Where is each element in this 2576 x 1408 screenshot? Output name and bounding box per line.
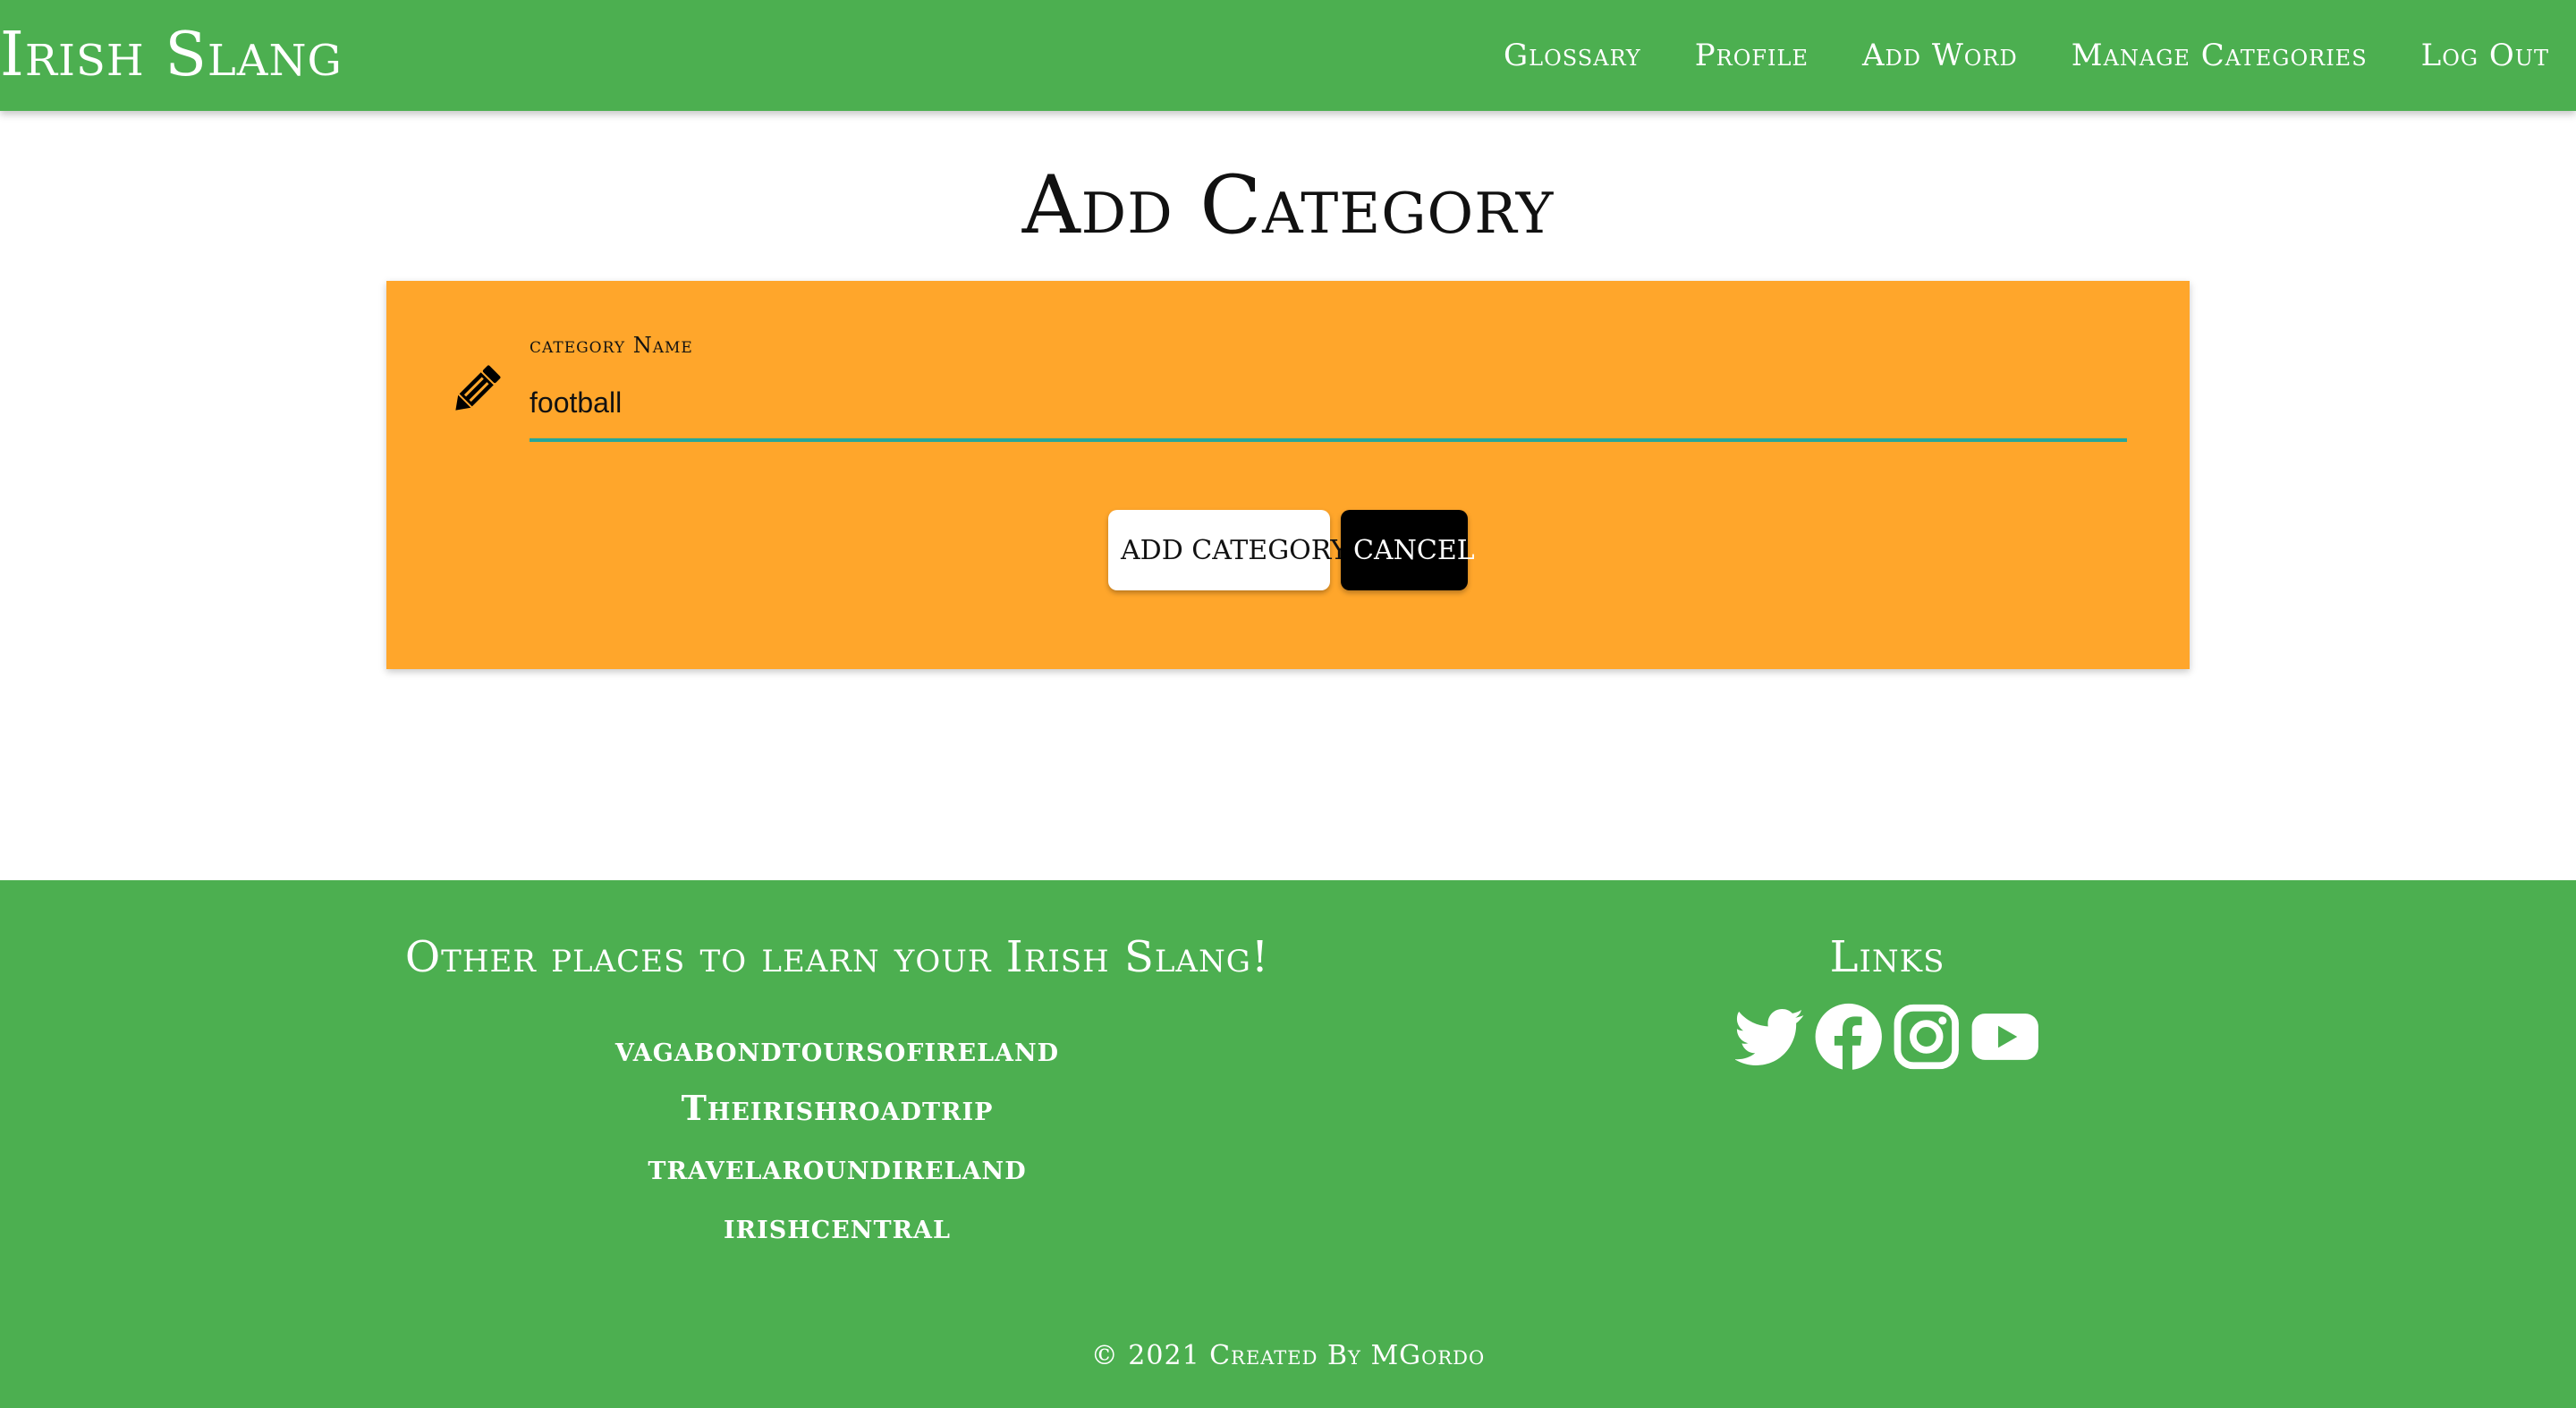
social-links (1735, 1002, 2039, 1073)
nav-link-log-out[interactable]: Log Out (2421, 38, 2549, 73)
resource-link-travelaroundireland[interactable]: travelaroundireland (318, 1138, 1356, 1197)
links-heading: Links (1829, 932, 1945, 982)
brand-logo-link[interactable]: Irish Slang (0, 13, 343, 98)
resource-links-list: vagabondtoursofireland Theirishroadtrip … (318, 1020, 1356, 1256)
page-title: Add Category (1021, 158, 1555, 252)
cancel-button[interactable]: CANCEL (1341, 510, 1475, 590)
add-category-button[interactable]: ADD CATEGORY (1108, 510, 1348, 590)
resource-link-theirishroadtrip[interactable]: Theirishroadtrip (318, 1079, 1356, 1138)
nav-link-glossary[interactable]: Glossary (1504, 38, 1641, 73)
pencil-icon (455, 365, 501, 411)
add-category-form-card: category Name ADD CATEGORY CANCEL (386, 281, 2190, 669)
nav-links: Glossary Profile Add Word Manage Categor… (1504, 0, 2549, 111)
youtube-icon[interactable] (1970, 1002, 2040, 1072)
nav-link-add-word[interactable]: Add Word (1862, 38, 2018, 73)
nav-link-manage-categories[interactable]: Manage Categories (2072, 38, 2368, 73)
facebook-icon[interactable] (1814, 1002, 1884, 1072)
category-name-input[interactable] (530, 367, 2127, 442)
resources-heading: Other places to learn your Irish Slang! (404, 932, 1270, 982)
instagram-icon[interactable] (1892, 1002, 1962, 1072)
category-name-label: category Name (530, 333, 693, 358)
resource-link-vagabondtoursofireland[interactable]: vagabondtoursofireland (318, 1020, 1356, 1079)
resource-link-irishcentral[interactable]: irishcentral (318, 1197, 1356, 1256)
copyright-text: © 2021 Created By MGordo (1090, 1340, 1486, 1371)
nav-link-profile[interactable]: Profile (1695, 38, 1809, 73)
twitter-icon[interactable] (1735, 1002, 1805, 1072)
top-navbar: Irish Slang Glossary Profile Add Word Ma… (0, 0, 2576, 111)
page-footer: Other places to learn your Irish Slang! … (0, 880, 2576, 1408)
form-buttons: ADD CATEGORY CANCEL (386, 510, 2190, 590)
